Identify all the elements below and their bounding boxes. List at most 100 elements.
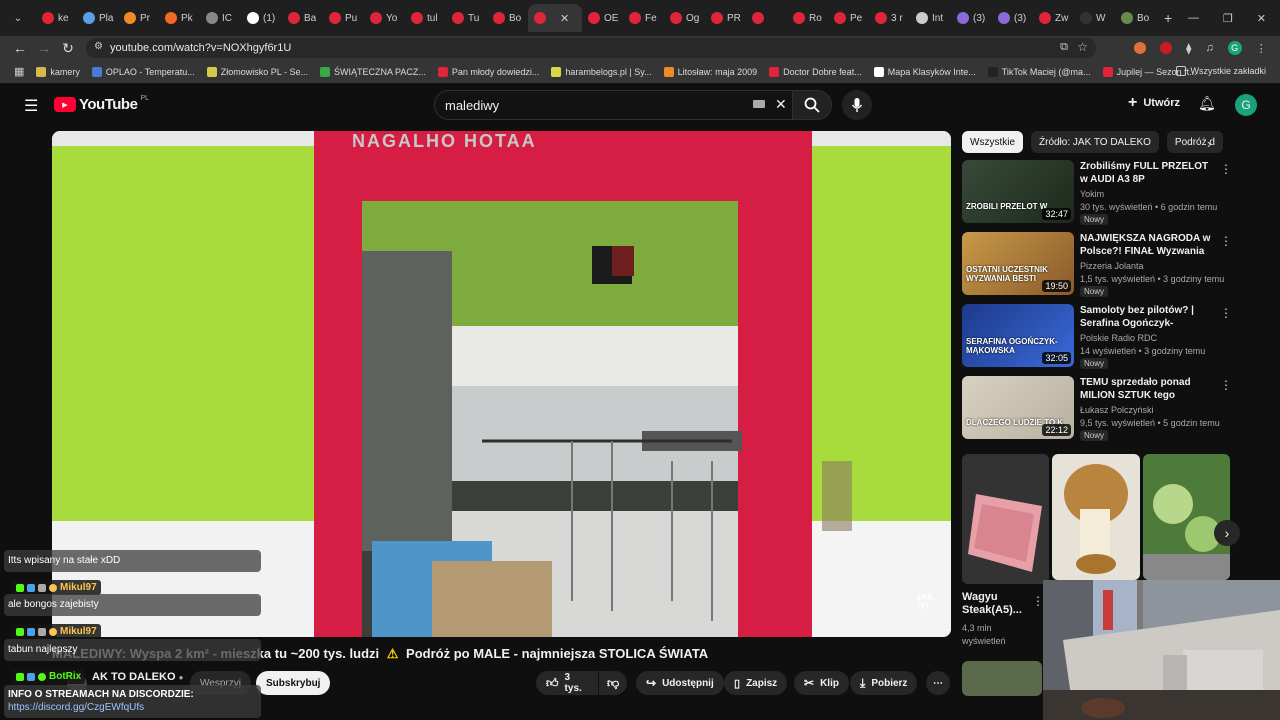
bookmark-item[interactable]: ŚWIĄTECZNA PACZ...: [320, 66, 426, 77]
short-thumbnail[interactable]: [1143, 454, 1230, 580]
browser-tab[interactable]: Int: [910, 4, 951, 32]
new-tab-button[interactable]: +: [1164, 10, 1172, 26]
back-icon[interactable]: ←: [8, 40, 32, 56]
browser-tab[interactable]: Ba: [282, 4, 323, 32]
short-thumbnail[interactable]: [962, 454, 1049, 584]
channel-name[interactable]: AK TO DALEKO ●: [92, 671, 183, 683]
save-button[interactable]: ▯ Zapisz: [724, 671, 788, 695]
channel-name[interactable]: Polskie Radio RDC: [1080, 333, 1157, 343]
like-button[interactable]: 👍︎ 3 tys.: [536, 671, 598, 695]
browser-tab[interactable]: Tu: [446, 4, 487, 32]
video-title[interactable]: Samoloty bez pilotów? | Serafina Ogończy…: [1080, 304, 1218, 331]
chips-next-icon[interactable]: ›: [1207, 136, 1211, 151]
browser-tab[interactable]: ke: [36, 4, 77, 32]
clip-button[interactable]: ✂ Klip: [794, 671, 849, 695]
recommendation-item[interactable]: DLACZEGO LUDZIE TO K 22:12 TEMU sprzedało …: [962, 376, 1232, 441]
browser-tab[interactable]: Og: [664, 4, 705, 32]
close-icon[interactable]: ✕: [1257, 12, 1266, 25]
youtube-logo[interactable]: ▶ YouTube PL: [54, 95, 149, 113]
video-thumbnail[interactable]: DLACZEGO LUDZIE TO K 22:12: [962, 376, 1074, 439]
subscribe-button[interactable]: Subskrybuj: [256, 671, 331, 695]
filter-chip[interactable]: Wszystkie: [962, 131, 1023, 153]
voice-search-button[interactable]: [842, 90, 872, 120]
browser-tab[interactable]: IC: [200, 4, 241, 32]
minimize-icon[interactable]: —: [1188, 12, 1199, 25]
browser-tab[interactable]: Zw: [1033, 4, 1074, 32]
browser-tab[interactable]: Pe: [828, 4, 869, 32]
search-input[interactable]: malediwy ✕: [434, 90, 796, 120]
address-bar[interactable]: ⚙ youtube.com/watch?v=NOXhgyf6r1U ⧉ ☆: [86, 38, 1096, 58]
download-button[interactable]: ⤓ Pobierz: [850, 671, 918, 695]
bookmark-item[interactable]: Złomowisko PL - Se...: [206, 66, 308, 77]
channel-name[interactable]: Pizzeria Jolanta: [1080, 261, 1144, 271]
more-vert-icon[interactable]: ⋮: [1220, 162, 1232, 176]
browser-tab[interactable]: W: [1074, 4, 1115, 32]
browser-tab[interactable]: Ro: [787, 4, 828, 32]
bookmark-item[interactable]: kamery: [36, 66, 80, 77]
apps-grid-icon[interactable]: ▦: [14, 65, 24, 78]
bookmark-item[interactable]: OPLAO - Temperatu...: [91, 66, 195, 77]
reload-icon[interactable]: ↻: [56, 40, 80, 57]
browser-tab[interactable]: Fe: [623, 4, 664, 32]
recommendation-item[interactable]: OSTATNI UCZESTNIK WYZWANIA BESTI 19:50 NAJ…: [962, 232, 1232, 297]
all-bookmarks-folder[interactable]: Wszystkie zakładki: [1176, 66, 1266, 76]
bookmark-item[interactable]: TikTok Maciej (@ma...: [987, 66, 1091, 77]
profile-avatar[interactable]: G: [1227, 41, 1242, 55]
browser-tab[interactable]: Pu: [323, 4, 364, 32]
browser-tab[interactable]: Yo: [364, 4, 405, 32]
more-vert-icon[interactable]: ⋮: [1220, 234, 1232, 248]
browser-tab[interactable]: Pk: [159, 4, 200, 32]
channel-name[interactable]: Yokim: [1080, 189, 1104, 199]
clear-search-icon[interactable]: ✕: [775, 96, 787, 113]
more-vert-icon[interactable]: ⋮: [1220, 378, 1232, 392]
video-thumbnail[interactable]: ZROBILI PRZELOT W 32:47: [962, 160, 1074, 223]
tab-close-icon[interactable]: ✕: [560, 12, 569, 25]
extension-icon[interactable]: [1134, 42, 1146, 54]
forward-icon[interactable]: →: [32, 40, 56, 56]
video-title[interactable]: TEMU sprzedało ponad MILION SZTUK tego p…: [1080, 376, 1218, 403]
browser-tab[interactable]: (3): [992, 4, 1033, 32]
more-vert-icon[interactable]: ⋮: [1220, 306, 1232, 320]
search-button[interactable]: [792, 90, 832, 120]
bookmark-star-icon[interactable]: ☆: [1077, 40, 1088, 54]
browser-tab[interactable]: Pla: [77, 4, 118, 32]
dislike-button[interactable]: 👎︎: [599, 671, 627, 695]
recommendation-item[interactable]: SERAFINA OGOŃCZYK-MĄKOWSKA 32:05 Samoloty …: [962, 304, 1232, 369]
browser-tab[interactable]: tul: [405, 4, 446, 32]
more-actions-button[interactable]: ⋯: [926, 671, 950, 695]
restore-icon[interactable]: ❐: [1223, 12, 1233, 25]
keyboard-icon[interactable]: [753, 100, 765, 108]
browser-tab[interactable]: PR: [705, 4, 746, 32]
video-title[interactable]: Zrobiliśmy FULL PRZELOT w AUDI A3 8P: [1080, 160, 1218, 186]
bookmark-item[interactable]: Mapa Klasyków Inte...: [873, 66, 976, 77]
menu-kebab-icon[interactable]: ⋮: [1256, 42, 1267, 55]
cast-icon[interactable]: ⧉: [1060, 41, 1068, 54]
browser-tab[interactable]: Bo: [487, 4, 528, 32]
puzzle-icon[interactable]: ⧫: [1186, 42, 1191, 55]
chat-link[interactable]: https://discord.gg/CzgEWfqUfs: [8, 702, 144, 713]
short-thumbnail[interactable]: [1052, 454, 1140, 580]
browser-tab[interactable]: 3 r: [869, 4, 910, 32]
media-icon[interactable]: ♫: [1205, 42, 1213, 54]
short-thumbnail[interactable]: [962, 661, 1042, 696]
video-thumbnail[interactable]: SERAFINA OGOŃCZYK-MĄKOWSKA 32:05: [962, 304, 1074, 367]
bookmark-item[interactable]: Doctor Dobre feat...: [769, 66, 862, 77]
filter-chip[interactable]: Podróż d: [1166, 131, 1223, 153]
browser-tab-active[interactable]: ✕: [528, 4, 582, 32]
recommendation-item[interactable]: ZROBILI PRZELOT W 32:47 Zrobiliśmy FULL PR…: [962, 160, 1232, 225]
bookmark-item[interactable]: Pan młody dowiedzi...: [437, 66, 539, 77]
create-button[interactable]: + Utwórz: [1128, 94, 1180, 112]
bookmark-item[interactable]: Litosław: maja 2009: [663, 66, 757, 77]
browser-tab[interactable]: (1): [241, 4, 282, 32]
shorts-next-button[interactable]: ›: [1214, 520, 1240, 546]
channel-name[interactable]: Łukasz Polczyński: [1080, 405, 1154, 415]
filter-chip[interactable]: Źródło: JAK TO DALEKO: [1031, 131, 1159, 153]
video-title[interactable]: NAJWIĘKSZA NAGRODA w Polsce?! FINAŁ Wyzw…: [1080, 232, 1218, 259]
bookmark-item[interactable]: harambelogs.pl | Sy...: [551, 66, 652, 77]
browser-tab[interactable]: (3): [951, 4, 992, 32]
hamburger-menu-icon[interactable]: ☰: [24, 96, 38, 116]
tab-search-icon[interactable]: ⌄: [0, 13, 36, 24]
account-avatar[interactable]: G: [1235, 94, 1257, 116]
browser-tab[interactable]: OE: [582, 4, 623, 32]
extension-icon[interactable]: [1160, 42, 1172, 54]
